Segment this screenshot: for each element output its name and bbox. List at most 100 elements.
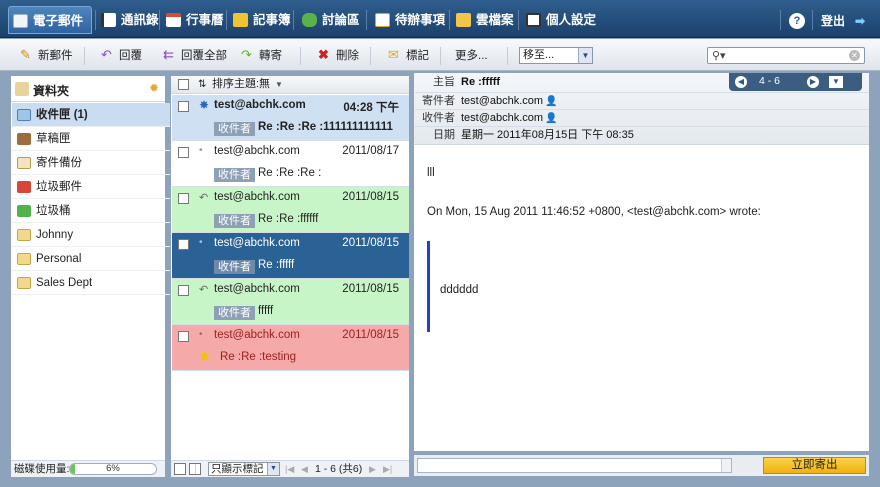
star-icon[interactable]: ★ [198, 347, 211, 365]
folder-icon [17, 253, 31, 265]
person-icon[interactable]: 👤 [545, 93, 557, 110]
tab-settings[interactable]: 個人設定 [522, 6, 596, 34]
replied-icon: ↶ [199, 284, 209, 296]
send-now-button[interactable]: 立即寄出 [763, 457, 866, 474]
toolbar: ✎ 新郵件 ↶ 回覆 ⇇ 回覆全部 ↷ 轉寄 ✖ 刪除 ✉ 標記 更多... 移… [0, 39, 880, 71]
body-text-line: On Mon, 15 Aug 2011 11:46:52 +0800, <tes… [427, 206, 761, 218]
first-page-icon[interactable]: |◀ [285, 461, 294, 477]
folder-icon [17, 277, 31, 289]
tab-calendar-label: 行事曆 [186, 13, 224, 27]
folder-sales-dept-label: Sales Dept [36, 277, 93, 289]
reply-icon: ↶ [101, 47, 112, 62]
folder-sent[interactable]: 寄件備份 [12, 151, 174, 175]
message-checkbox[interactable] [178, 193, 189, 204]
reply-button[interactable]: ↶ 回覆 [99, 47, 142, 65]
cloud-folder-icon [456, 13, 471, 27]
to-row: 收件者 test@abchk.com 👤 [415, 109, 869, 126]
last-page-icon[interactable]: ▶| [383, 461, 392, 477]
message-checkbox[interactable] [178, 331, 189, 342]
folder-personal[interactable]: Personal [12, 247, 174, 271]
send-now-label: 立即寄出 [791, 459, 838, 471]
message-date: 2011/08/15 [342, 283, 399, 295]
new-mail-button[interactable]: ✎ 新郵件 [18, 47, 72, 65]
person-icon[interactable]: 👤 [545, 110, 557, 127]
message-list-footer: 只顯示標記 ▼ |◀ ◀ 1 - 6 (共6) ▶ ▶| [171, 460, 409, 477]
recipient-tag: 收件者 [214, 214, 255, 228]
select-all-checkbox[interactable] [178, 79, 189, 90]
disk-usage-meter: 6% [69, 463, 157, 475]
message-checkbox[interactable] [178, 239, 189, 250]
unread-icon: ✸ [199, 98, 210, 112]
move-to-select[interactable]: 移至... ▼ [519, 47, 593, 64]
tab-email[interactable]: 電子郵件 [8, 6, 92, 34]
folder-drafts-label: 草稿匣 [36, 133, 71, 145]
forward-button[interactable]: ↷ 轉寄 [239, 47, 282, 65]
reply-all-button[interactable]: ⇇ 回覆全部 [161, 47, 227, 65]
folder-inbox[interactable]: 收件匣 (1) [12, 103, 174, 127]
delete-button[interactable]: ✖ 刪除 [316, 47, 359, 65]
message-from: test@abchk.com [214, 191, 300, 203]
prev-message-icon[interactable]: ◀ [735, 76, 747, 88]
tab-contacts-label: 通訊錄 [121, 13, 159, 27]
folder-panel: 資料夾 ✹ 收件匣 (1) 草稿匣 寄件備份 垃圾郵件 垃圾桶 Johnny P… [10, 75, 174, 477]
quick-reply-input[interactable] [417, 458, 732, 473]
folder-settings-icon[interactable]: ✹ [149, 81, 159, 95]
folder-johnny[interactable]: Johnny [12, 223, 174, 247]
sort-chevron-icon[interactable]: ▼ [275, 76, 283, 93]
date-value: 星期一 2011年08月15日 下午 08:35 [461, 129, 634, 141]
tab-calendar[interactable]: 行事曆 [162, 6, 224, 34]
disk-usage-label: 磁碟使用量: [14, 463, 70, 475]
message-subject: Re :fffff [258, 259, 295, 271]
quick-reply-spinner[interactable] [721, 459, 731, 472]
more-button[interactable]: 更多... [455, 47, 488, 65]
message-date: 04:28 下午 [343, 102, 399, 114]
address-book-icon [101, 13, 116, 27]
message-row[interactable]: ↶ test@abchk.com 2011/08/15 收件者 fffff [172, 279, 409, 325]
folder-drafts[interactable]: 草稿匣 [12, 127, 174, 151]
tab-todo[interactable]: 待辦事項 [371, 6, 445, 34]
tab-notes[interactable]: 記事簿 [229, 6, 291, 34]
tab-cloud-files[interactable]: 雲檔案 [452, 6, 514, 34]
clear-search-icon[interactable]: ✕ [849, 50, 860, 61]
recipient-tag: 收件者 [214, 306, 255, 320]
folder-sent-label: 寄件備份 [36, 157, 82, 169]
message-row[interactable]: ↶ test@abchk.com 2011/08/15 收件者 Re :Re :… [172, 187, 409, 233]
message-row[interactable]: • test@abchk.com 2011/08/15 ★ Re :Re :te… [172, 325, 409, 371]
filter-select[interactable]: 只顯示標記 ▼ [208, 462, 280, 476]
search-input[interactable] [730, 49, 848, 62]
tab-forum[interactable]: 討論區 [298, 6, 360, 34]
mark-button[interactable]: ✉ 標記 [386, 47, 429, 65]
folder-trash[interactable]: 垃圾桶 [12, 199, 174, 223]
search-box[interactable]: ⚲▾ ✕ [707, 47, 865, 64]
sort-icon: ⇅ [198, 79, 207, 90]
read-dot-icon: • [199, 237, 203, 248]
folder-sales-dept[interactable]: Sales Dept [12, 271, 174, 295]
message-checkbox[interactable] [178, 147, 189, 158]
prev-page-icon[interactable]: ◀ [301, 461, 308, 477]
message-row[interactable]: ✸ test@abchk.com 04:28 下午 收件者 Re :Re :Re… [172, 95, 409, 141]
folder-spam[interactable]: 垃圾郵件 [12, 175, 174, 199]
logout-button[interactable]: 登出 ➡ [821, 13, 869, 29]
message-navigator: ◀ 4 - 6 ▶ ▼ [729, 73, 862, 91]
from-row: 寄件者 test@abchk.com 👤 [415, 92, 869, 109]
tab-email-label: 電子郵件 [33, 14, 84, 28]
sort-label[interactable]: 排序主題:無 [212, 76, 270, 93]
message-row[interactable]: • test@abchk.com 2011/08/17 收件者 Re :Re :… [172, 141, 409, 187]
filter-value: 只顯示標記 [211, 463, 264, 475]
message-checkbox[interactable] [178, 101, 189, 112]
next-message-icon[interactable]: ▶ [807, 76, 819, 88]
message-checkbox[interactable] [178, 285, 189, 296]
message-row[interactable]: • test@abchk.com 2011/08/15 收件者 Re :ffff… [172, 233, 409, 279]
pager-text: 1 - 6 (共6) [315, 463, 363, 475]
single-pane-icon[interactable] [174, 463, 186, 475]
tab-contacts[interactable]: 通訊錄 [97, 6, 159, 34]
help-button[interactable]: ? [789, 13, 805, 29]
split-pane-icon[interactable] [189, 463, 201, 475]
message-list-panel: ⇅ 排序主題:無 ▼ ✸ test@abchk.com 04:28 下午 收件者… [170, 75, 410, 477]
read-dot-icon: • [199, 329, 203, 340]
collapse-header-icon[interactable]: ▼ [829, 76, 843, 88]
sent-icon [17, 157, 31, 169]
message-from: test@abchk.com [214, 145, 300, 157]
next-page-icon[interactable]: ▶ [369, 461, 376, 477]
spam-icon [17, 181, 31, 193]
